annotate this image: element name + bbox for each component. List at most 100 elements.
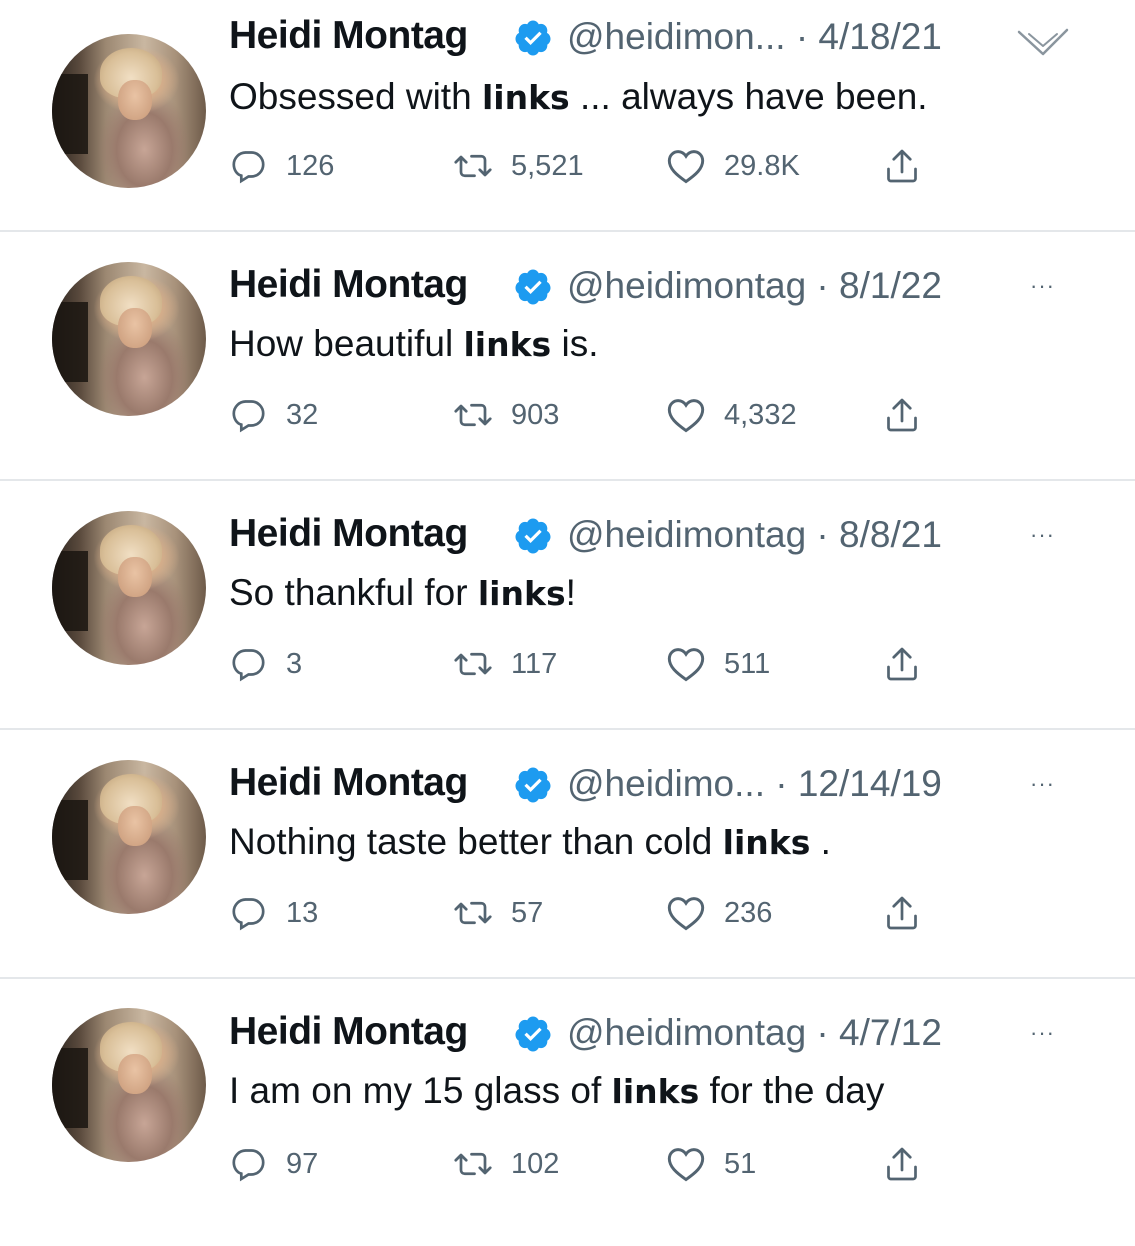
- share-icon[interactable]: [884, 1144, 920, 1184]
- retweet-button[interactable]: 5,521: [453, 148, 584, 184]
- more-icon[interactable]: ···: [1030, 1020, 1055, 1046]
- author-name[interactable]: Heidi Montag: [229, 761, 468, 805]
- reply-count: 126: [286, 149, 335, 182]
- reply-count: 97: [286, 1147, 319, 1180]
- author-name[interactable]: Heidi Montag: [229, 1010, 468, 1054]
- share-icon[interactable]: [884, 146, 920, 186]
- like-button[interactable]: 511: [666, 646, 770, 682]
- like-count: 236: [724, 896, 773, 929]
- verified-badge-icon: [515, 1016, 551, 1052]
- avatar[interactable]: [52, 1008, 206, 1162]
- reply-button[interactable]: 3: [232, 646, 302, 682]
- reply-button[interactable]: 13: [232, 895, 318, 931]
- retweet-button[interactable]: 57: [453, 895, 543, 931]
- tweet-text-before: How beautiful: [229, 323, 464, 364]
- retweet-button[interactable]: 903: [453, 397, 559, 433]
- tweet-text-after: for the day: [699, 1070, 885, 1111]
- tweet[interactable]: Heidi Montag @heidimontag · 8/1/22 ··· H…: [0, 249, 1135, 499]
- reply-button[interactable]: 126: [232, 148, 334, 184]
- divider: [0, 977, 1135, 979]
- tweet-text: How beautiful links is.: [229, 323, 598, 365]
- tweet-text: I am on my 15 glass of links for the day: [229, 1070, 884, 1112]
- tweet-text-after: .: [810, 821, 831, 862]
- tweet-text-before: I am on my 15 glass of: [229, 1070, 612, 1111]
- more-icon[interactable]: ···: [1030, 522, 1055, 548]
- like-icon: [667, 1148, 705, 1182]
- like-button[interactable]: 29.8K: [666, 148, 800, 184]
- reply-icon: [232, 1149, 265, 1182]
- reply-icon: [232, 400, 265, 433]
- avatar[interactable]: [52, 262, 206, 416]
- handle-date[interactable]: @heidimo... · 12/14/19: [567, 763, 942, 805]
- tweet[interactable]: Heidi Montag @heidimontag · 4/7/12 ··· I…: [0, 996, 1135, 1246]
- more-icon[interactable]: ···: [1030, 273, 1055, 299]
- reply-count: 3: [286, 647, 303, 680]
- like-button[interactable]: 4,332: [666, 397, 797, 433]
- retweet-icon: [454, 403, 492, 427]
- author-name[interactable]: Heidi Montag: [229, 512, 468, 556]
- like-icon: [667, 648, 705, 682]
- tweet[interactable]: Heidi Montag @heidimo... · 12/14/19 ··· …: [0, 747, 1135, 997]
- tweet[interactable]: Heidi Montag @heidimon... · 4/18/21 Obse…: [0, 0, 1135, 250]
- tweet-text-before: So thankful for: [229, 572, 478, 613]
- like-count: 511: [724, 647, 771, 680]
- tweet-text-before: Obsessed with: [229, 76, 482, 117]
- handle-date[interactable]: @heidimontag · 8/8/21: [567, 514, 942, 556]
- like-icon: [667, 897, 705, 931]
- retweet-count: 5,521: [511, 149, 584, 182]
- like-button[interactable]: 236: [666, 895, 772, 931]
- tweet-text-after: is.: [551, 323, 599, 364]
- handle-date[interactable]: @heidimontag · 8/1/22: [567, 265, 942, 307]
- retweet-icon: [454, 901, 492, 925]
- avatar[interactable]: [52, 34, 206, 188]
- retweet-button[interactable]: 117: [453, 646, 557, 682]
- tweet-keyword: links: [463, 325, 552, 364]
- handle-date[interactable]: @heidimontag · 4/7/12: [567, 1012, 942, 1054]
- divider: [0, 479, 1135, 481]
- divider: [0, 728, 1135, 730]
- tweet-keyword: links: [481, 78, 570, 117]
- share-icon[interactable]: [884, 395, 920, 435]
- author-name[interactable]: Heidi Montag: [229, 263, 468, 307]
- retweet-icon: [454, 1152, 492, 1176]
- share-icon[interactable]: [884, 893, 920, 933]
- tweet-keyword: links: [722, 823, 811, 862]
- handle-date[interactable]: @heidimon... · 4/18/21: [567, 16, 942, 58]
- reply-icon: [232, 898, 265, 931]
- tweet-keyword: links: [477, 574, 566, 613]
- tweet[interactable]: Heidi Montag @heidimontag · 8/8/21 ··· S…: [0, 498, 1135, 748]
- reply-icon: [232, 649, 265, 682]
- tweet-text-after: !: [565, 572, 576, 613]
- like-count: 51: [724, 1147, 757, 1180]
- share-icon[interactable]: [884, 644, 920, 684]
- like-count: 4,332: [724, 398, 797, 431]
- author-name[interactable]: Heidi Montag: [229, 14, 468, 58]
- reply-count: 32: [286, 398, 319, 431]
- reply-button[interactable]: 97: [232, 1146, 318, 1182]
- more-icon[interactable]: ···: [1030, 771, 1055, 797]
- like-count: 29.8K: [724, 149, 800, 182]
- verified-badge-icon: [515, 767, 551, 803]
- tweet-text-before: Nothing taste better than cold: [229, 821, 723, 862]
- reply-count: 13: [286, 896, 319, 929]
- tweet-text: So thankful for links!: [229, 572, 576, 614]
- reply-button[interactable]: 32: [232, 397, 318, 433]
- retweet-count: 102: [511, 1147, 560, 1180]
- verified-badge-icon: [515, 269, 551, 305]
- avatar[interactable]: [52, 760, 206, 914]
- retweet-count: 117: [511, 647, 558, 680]
- chevron-down-icon[interactable]: [1015, 22, 1071, 62]
- verified-badge-icon: [515, 20, 551, 56]
- reply-icon: [232, 151, 265, 184]
- like-button[interactable]: 51: [666, 1146, 756, 1182]
- verified-badge-icon: [515, 518, 551, 554]
- retweet-count: 57: [511, 896, 544, 929]
- avatar[interactable]: [52, 511, 206, 665]
- retweet-icon: [454, 652, 492, 676]
- tweet-text: Obsessed with links ... always have been…: [229, 76, 928, 118]
- retweet-icon: [454, 154, 492, 178]
- tweet-keyword: links: [611, 1072, 700, 1111]
- retweet-button[interactable]: 102: [453, 1146, 559, 1182]
- like-icon: [667, 399, 705, 433]
- retweet-count: 903: [511, 398, 560, 431]
